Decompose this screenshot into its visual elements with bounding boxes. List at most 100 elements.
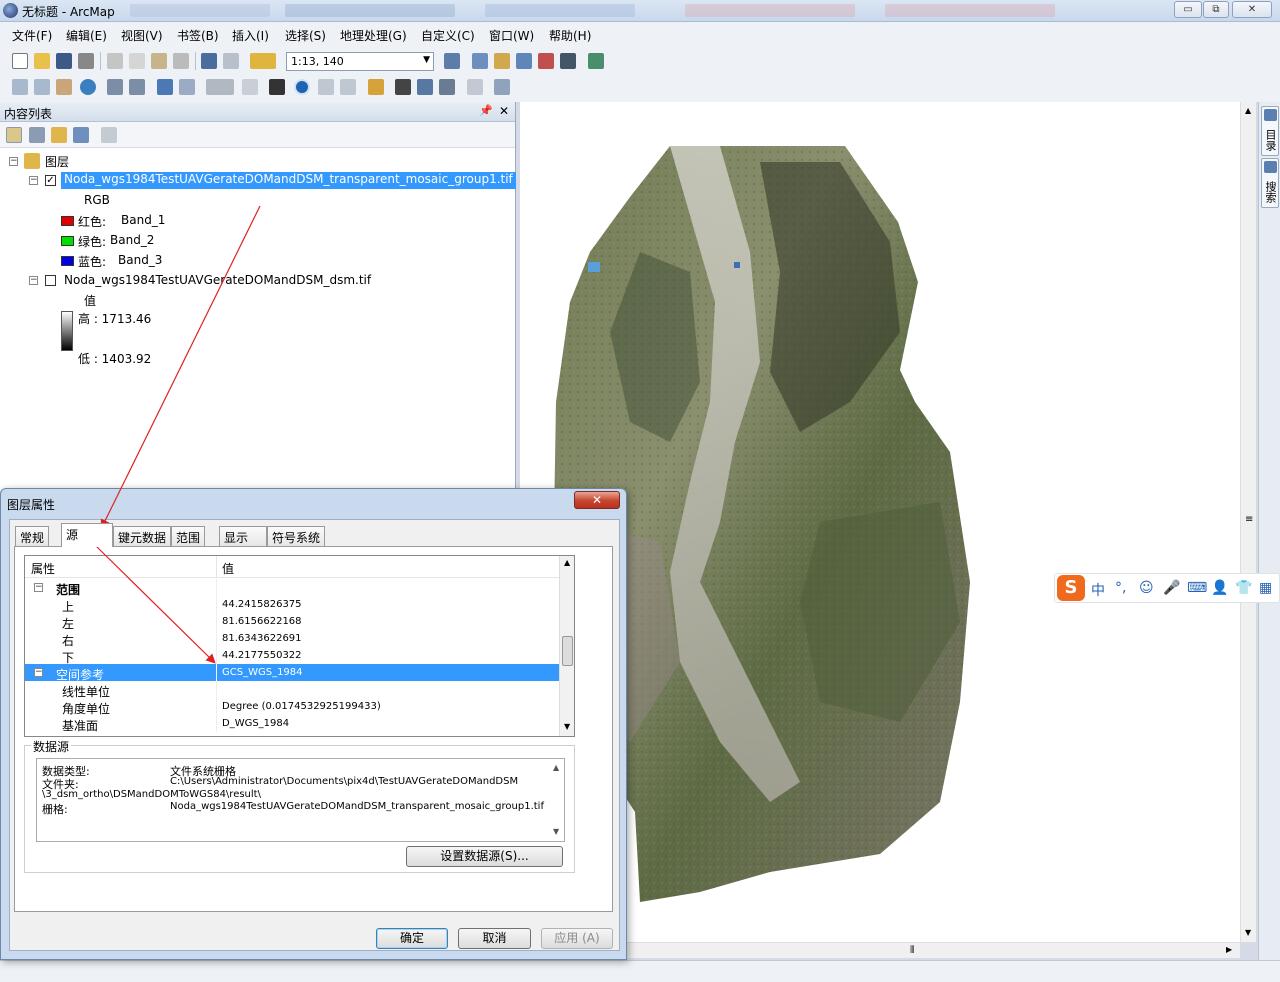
layer-name-dsm[interactable]: Noda_wgs1984TestUAVGerateDOMandDSM_dsm.t… — [64, 273, 371, 287]
menu-edit[interactable]: 编辑(E) — [66, 27, 107, 44]
copy-icon[interactable] — [129, 53, 145, 69]
pan-hand-icon[interactable] — [56, 79, 72, 95]
user-icon[interactable]: 👤 — [1211, 580, 1228, 596]
create-viewer-window-icon[interactable] — [494, 79, 510, 95]
menu-bookmarks[interactable]: 书签(B) — [177, 27, 219, 44]
measure-icon[interactable] — [368, 79, 384, 95]
grid-row-datum[interactable]: 基准面 D_WGS_1984 — [25, 715, 559, 733]
arctoolbox-icon[interactable] — [538, 53, 554, 69]
map-scale-dropdown[interactable]: 1:13, 140 ▼ — [286, 52, 434, 71]
redo-icon[interactable] — [223, 53, 239, 69]
identify-info-icon[interactable] — [294, 79, 310, 95]
keyboard-icon[interactable]: ⌨ — [1187, 580, 1207, 596]
grid-row-bottom[interactable]: 下 44.2177550322 — [25, 647, 559, 665]
delete-icon[interactable] — [173, 53, 189, 69]
grid-row-right[interactable]: 右 81.6343622691 — [25, 630, 559, 648]
zoom-in-icon[interactable] — [12, 79, 28, 95]
close-button[interactable]: ✕ — [1232, 1, 1272, 18]
scroll-thumb[interactable] — [562, 636, 573, 666]
grid-row-linear-unit[interactable]: 线性单位 — [25, 681, 559, 699]
menu-window[interactable]: 窗口(W) — [489, 27, 534, 44]
add-data-icon[interactable] — [250, 53, 276, 69]
scroll-down-arrow-icon[interactable]: ▼ — [1245, 928, 1251, 937]
column-header-property[interactable]: 属性 — [31, 560, 55, 577]
menu-select[interactable]: 选择(S) — [285, 27, 326, 44]
menu-file[interactable]: 文件(F) — [12, 27, 52, 44]
layer-name-mosaic[interactable]: Noda_wgs1984TestUAVGerateDOMandDSM_trans… — [61, 172, 516, 189]
grid-scrollbar[interactable]: ▲ ▼ — [559, 556, 574, 736]
list-by-selection-icon[interactable] — [73, 127, 89, 143]
ime-chinese-mode[interactable]: 中 — [1091, 580, 1105, 600]
collapse-icon[interactable]: − — [29, 276, 38, 285]
search-side-tab[interactable]: 搜索 — [1261, 158, 1279, 208]
forward-arrow-icon[interactable] — [179, 79, 195, 95]
new-document-icon[interactable] — [12, 53, 28, 69]
list-by-drawing-order-icon[interactable] — [6, 127, 22, 143]
time-slider-icon[interactable] — [467, 79, 483, 95]
clear-selection-icon[interactable] — [242, 79, 258, 95]
microphone-icon[interactable]: 🎤 — [1163, 580, 1180, 596]
collapse-icon[interactable]: − — [9, 157, 18, 166]
maximize-button[interactable]: ⧉ — [1203, 1, 1229, 18]
cut-icon[interactable] — [107, 53, 123, 69]
pin-icon[interactable]: 📌 — [479, 104, 493, 117]
print-icon[interactable] — [78, 53, 94, 69]
catalog-side-tab[interactable]: 目录 — [1261, 106, 1279, 156]
collapse-icon[interactable]: − — [34, 583, 43, 592]
grid-row-angular-unit[interactable]: 角度单位 Degree (0.0174532925199433) — [25, 698, 559, 716]
editor-toolbar-icon[interactable] — [444, 53, 460, 69]
scroll-right-arrow-icon[interactable]: ▶ — [1226, 945, 1232, 954]
column-header-value[interactable]: 值 — [222, 560, 234, 577]
ok-button[interactable]: 确定 — [376, 928, 448, 949]
toolbox-grid-icon[interactable]: ▦ — [1259, 580, 1272, 596]
tab-general[interactable]: 常规 — [15, 526, 50, 546]
open-folder-icon[interactable] — [34, 53, 50, 69]
find-route-icon[interactable] — [417, 79, 433, 95]
skin-shirt-icon[interactable]: 👕 — [1235, 580, 1252, 596]
catalog-window-icon[interactable] — [494, 53, 510, 69]
paste-icon[interactable] — [151, 53, 167, 69]
apply-button[interactable]: 应用 (A) — [541, 928, 613, 949]
sogou-logo[interactable]: S — [1057, 575, 1085, 601]
menu-insert[interactable]: 插入(I) — [232, 27, 269, 44]
html-popup-icon[interactable] — [340, 79, 356, 95]
ime-punctuation[interactable]: °, — [1115, 580, 1126, 596]
scroll-up-arrow-icon[interactable]: ▲ — [564, 558, 570, 567]
map-horizontal-scrollbar[interactable]: ⦀ ▶ — [520, 942, 1240, 958]
minimize-button[interactable]: ▭ — [1174, 1, 1202, 18]
scroll-up-arrow-icon[interactable]: ▲ — [1245, 106, 1251, 115]
grid-row-extent-group[interactable]: − 范围 — [25, 579, 559, 597]
map-view[interactable] — [520, 102, 1256, 942]
list-by-visibility-icon[interactable] — [51, 127, 67, 143]
close-icon[interactable]: ✕ — [499, 104, 509, 118]
undo-icon[interactable] — [201, 53, 217, 69]
scroll-up-arrow-icon[interactable]: ▲ — [553, 763, 559, 772]
options-icon[interactable] — [101, 127, 117, 143]
menu-view[interactable]: 视图(V) — [121, 27, 163, 44]
menu-help[interactable]: 帮助(H) — [549, 27, 591, 44]
back-arrow-icon[interactable] — [157, 79, 173, 95]
menu-geoprocessing[interactable]: 地理处理(G) — [340, 27, 407, 44]
grid-row-spatial-reference[interactable]: − 空间参考 GCS_WGS_1984 — [25, 664, 559, 682]
tab-display[interactable]: 显示 — [219, 526, 267, 546]
menu-customize[interactable]: 自定义(C) — [421, 27, 475, 44]
scroll-down-arrow-icon[interactable]: ▼ — [553, 827, 559, 836]
tab-symbology[interactable]: 符号系统 — [267, 526, 326, 546]
properties-grid[interactable]: 属性 值 − 范围 上 44.2415826375 左 81.615662216… — [24, 555, 575, 737]
dialog-close-button[interactable]: ✕ — [574, 491, 620, 509]
find-binoculars-icon[interactable] — [395, 79, 411, 95]
map-vertical-scrollbar[interactable]: ▲ ≡ ▼ — [1240, 102, 1256, 942]
scroll-grip-icon[interactable]: ⦀ — [910, 945, 914, 956]
grid-row-left[interactable]: 左 81.6156622168 — [25, 613, 559, 631]
fixed-zoom-out-icon[interactable] — [129, 79, 145, 95]
datasource-scrollbar[interactable]: ▲ ▼ — [549, 759, 564, 841]
datasource-textbox[interactable]: 数据类型: 文件系统栅格 文件夹: C:\Users\Administrator… — [36, 758, 565, 842]
tab-source[interactable]: 源 — [61, 523, 113, 547]
table-of-contents-icon[interactable] — [472, 53, 488, 69]
grid-row-top[interactable]: 上 44.2415826375 — [25, 596, 559, 614]
python-window-icon[interactable] — [560, 53, 576, 69]
go-to-xy-icon[interactable] — [439, 79, 455, 95]
model-builder-icon[interactable] — [588, 53, 604, 69]
fixed-zoom-in-icon[interactable] — [107, 79, 123, 95]
zoom-out-icon[interactable] — [34, 79, 50, 95]
